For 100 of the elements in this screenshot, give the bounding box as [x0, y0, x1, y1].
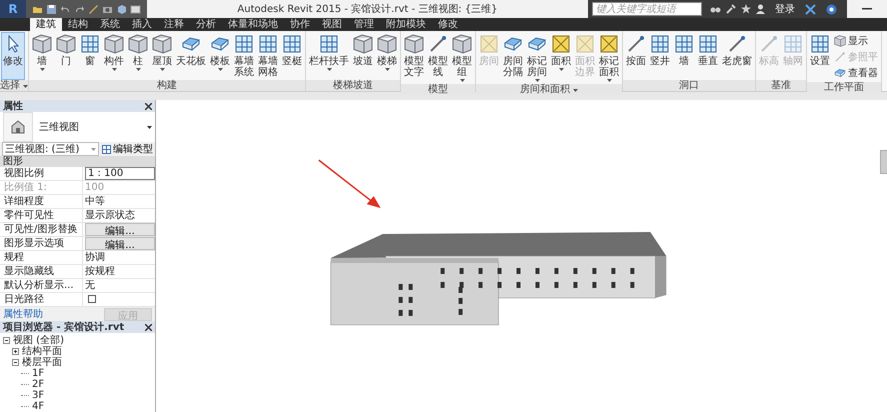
ribbon-tool-button[interactable]: 幕墙系统: [232, 32, 256, 80]
close-icon[interactable]: [145, 324, 152, 330]
ribbon-tool-button[interactable]: 模型组: [450, 32, 474, 84]
grid-icon: [80, 34, 100, 54]
ribbon-tab[interactable]: 注释: [158, 18, 190, 31]
ribbon-tool-button[interactable]: 标记面积: [597, 32, 621, 84]
ribbon-tool-button[interactable]: 面积: [549, 32, 573, 84]
ribbon-tool-button[interactable]: 标记房间: [525, 32, 549, 84]
ribbon-tool-button[interactable]: 构件: [102, 32, 126, 80]
cube-icon[interactable]: [116, 4, 127, 14]
collapse-icon[interactable]: [12, 359, 19, 366]
panel-title: 选择: [0, 80, 20, 91]
tree-item[interactable]: 结构平面: [22, 346, 62, 357]
ribbon-tab[interactable]: 协作: [284, 18, 316, 31]
section-header[interactable]: 图形: [3, 156, 23, 167]
panel-handle[interactable]: [880, 150, 887, 174]
property-name: 零件可见性: [3, 209, 55, 222]
ribbon-tool-button[interactable]: 模型文字: [402, 32, 426, 84]
cube-icon: [452, 34, 472, 54]
close-icon[interactable]: [145, 102, 152, 110]
cube-icon: [128, 34, 148, 54]
ribbon-tool-button[interactable]: 幕墙网格: [256, 32, 280, 80]
tree-item[interactable]: 4F: [32, 401, 44, 412]
crossed-box-icon: [599, 34, 619, 54]
ribbon-tool-button[interactable]: 门: [54, 32, 78, 80]
ribbon-tool-button[interactable]: 楼板: [208, 32, 232, 80]
edit-button[interactable]: 编辑...: [85, 223, 155, 236]
tree-item[interactable]: 视图 (全部): [13, 335, 64, 346]
redo-icon[interactable]: [74, 4, 85, 14]
view-selector[interactable]: 三维视图: (三维): [2, 142, 99, 156]
ribbon-tool-button[interactable]: 修改: [1, 32, 25, 80]
window-icon[interactable]: [130, 4, 141, 14]
help-link[interactable]: 属性帮助: [3, 307, 43, 321]
ribbon-tab[interactable]: 插入: [126, 18, 158, 31]
ribbon-tab[interactable]: 附加模块: [380, 18, 432, 31]
floppy-icon[interactable]: [46, 4, 57, 14]
cube-icon: [32, 34, 52, 54]
ribbon-tool-button[interactable]: 楼梯: [375, 32, 399, 80]
tree-item[interactable]: 1F: [32, 368, 44, 379]
ribbon-tab[interactable]: 视图: [316, 18, 348, 31]
property-value: 显示原状态: [85, 209, 136, 222]
application-button[interactable]: R: [0, 0, 26, 18]
ribbon-tool-button[interactable]: 垂直: [696, 32, 720, 80]
grid-icon: [282, 34, 302, 54]
tree-item[interactable]: 3F: [32, 390, 44, 401]
ribbon-tool-button[interactable]: 模型线: [426, 32, 450, 84]
edit-type-button[interactable]: 编辑类型: [102, 142, 153, 156]
grid-icon: [102, 144, 111, 154]
ribbon-tool-button[interactable]: 显示: [834, 34, 878, 48]
ribbon-tool-button[interactable]: 老虎窗: [720, 32, 754, 80]
property-value: 100: [85, 181, 106, 194]
ribbon-tool-button[interactable]: 设置: [808, 32, 832, 82]
panel-title: 工作平面: [824, 82, 864, 93]
property-value: 按规程: [85, 265, 116, 278]
ribbon-tool-button[interactable]: 查看器: [834, 66, 878, 80]
panel-title: 房间和面积: [520, 84, 570, 95]
cube-icon: [834, 35, 846, 47]
tree-item[interactable]: 2F: [32, 379, 44, 390]
ribbon-tool-button[interactable]: 墙: [30, 32, 54, 80]
ribbon-tab[interactable]: 体量和场地: [222, 18, 284, 31]
ribbon-tool-button[interactable]: 竖梃: [280, 32, 304, 80]
ribbon-tab[interactable]: 管理: [348, 18, 380, 31]
ribbon-tab[interactable]: 分析: [190, 18, 222, 31]
ribbon-tool-button[interactable]: 墙: [672, 32, 696, 80]
user-icon[interactable]: [756, 4, 765, 14]
ribbon-tool-button[interactable]: 天花板: [174, 32, 208, 80]
panel-title: 洞口: [679, 80, 699, 91]
property-name: 视图比例: [3, 167, 45, 180]
checkbox[interactable]: [88, 295, 96, 303]
ribbon-tool-button[interactable]: 坡道: [351, 32, 375, 80]
crossed-box-icon: [575, 34, 595, 54]
search-field[interactable]: 键入关键字或短语: [592, 2, 702, 16]
ribbon-tool-button[interactable]: 房间分隔: [501, 32, 525, 84]
grid-icon: [650, 34, 670, 54]
ribbon-tab[interactable]: 结构: [62, 18, 94, 31]
collapse-icon[interactable]: [3, 337, 10, 344]
ribbon-tab[interactable]: 修改: [432, 18, 464, 31]
ribbon-tool-button[interactable]: 竖井: [648, 32, 672, 80]
line-icon: [428, 34, 448, 54]
tree-item[interactable]: 楼层平面: [22, 357, 62, 368]
undo-icon[interactable]: [60, 4, 71, 14]
ribbon-tab[interactable]: 建筑: [30, 18, 62, 31]
grid-icon: [258, 34, 278, 54]
star-icon[interactable]: [741, 4, 751, 14]
ribbon-tool-button[interactable]: 窗: [78, 32, 102, 80]
expand-icon[interactable]: [12, 348, 19, 355]
property-name: 日光路径: [3, 293, 45, 306]
wrench-icon[interactable]: [726, 4, 736, 14]
property-value: 协调: [85, 251, 106, 264]
scale-field[interactable]: 1 : 100: [85, 167, 155, 180]
ribbon-tab[interactable]: 系统: [94, 18, 126, 31]
ribbon-tool-button[interactable]: 柱: [126, 32, 150, 80]
sign-in-button[interactable]: 登录: [769, 1, 805, 17]
caret-icon[interactable]: [147, 126, 152, 128]
ribbon-tool-button[interactable]: 屋顶: [150, 32, 174, 80]
edit-button[interactable]: 编辑...: [85, 237, 155, 250]
ribbon-tool-button[interactable]: 栏杆扶手: [307, 32, 351, 80]
grid-icon: [319, 34, 339, 54]
ribbon-tool-button[interactable]: 按面: [624, 32, 648, 80]
minimize-icon[interactable]: [862, 8, 872, 10]
